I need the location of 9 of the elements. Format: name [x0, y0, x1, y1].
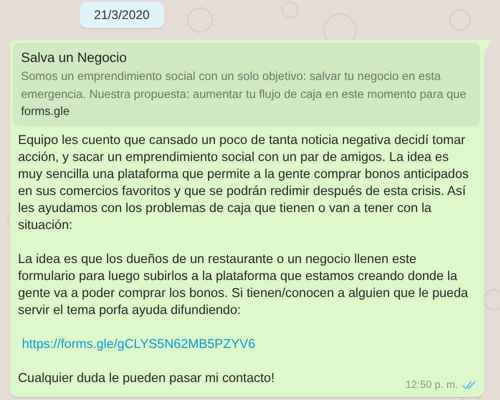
preview-domain: forms.gle [21, 103, 71, 120]
date-chip: 21/3/2020 [80, 2, 164, 28]
message-time: 12:50 p. m. [405, 379, 458, 391]
message-text: La idea es que los dueños de un restaurante o un negocio llenen este formulario para luego subirlos a la plataforma que estamos creando donde la gente va a poder comprar los bonos. Si tienen/conocen a alguien que le pueda servir el tema porfa ayuda difundiendo: [18, 250, 470, 318]
message-text: Cualquier duda le pueden pasar mi contacto! [18, 369, 275, 386]
preview-description: Somos un emprendimiento social con un solo objetivo: salvar tu negocio en esta emergencia. Nuestra propuesta: aumentar tu flujo de caja en este momento para que [21, 68, 468, 102]
message-text: Equipo les cuento que cansado un poco de tanta noticia negativa decidí tomar acción, y sacar un emprendimiento social con un par de amigos. La idea es muy sencilla una plataforma que permite a la gente comprar bonos anticipados en sus comercios favoritos y que se podrán redimir después de esta crisis. Así les ayudamos con los problemas de caja que tienen o van a tener con la situación: [18, 131, 470, 233]
link-preview-card[interactable]: Salva un Negocio Somos un emprendimiento social con un solo objetivo: salvar tu negocio en esta emergencia. Nuestra propuesta: aumentar tu flujo de caja en este momento para que forms.gle [13, 43, 480, 126]
preview-title: Salva un Negocio [21, 49, 128, 67]
